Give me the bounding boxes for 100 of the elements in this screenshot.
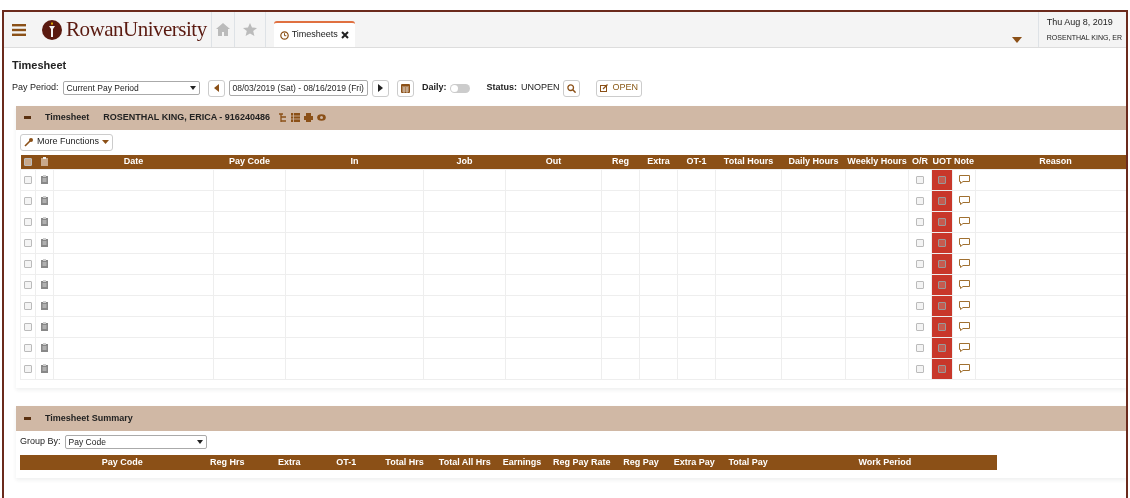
row-checkbox[interactable]: [24, 301, 32, 310]
override-checkbox[interactable]: [916, 343, 924, 352]
uot-checkbox[interactable]: [938, 343, 946, 352]
comment-icon[interactable]: [958, 301, 970, 311]
caret-icon: [196, 440, 203, 444]
select-all-checkbox[interactable]: [24, 157, 32, 166]
clipboard-icon[interactable]: [40, 301, 49, 311]
menu-icon[interactable]: [12, 23, 26, 36]
row-checkbox[interactable]: [24, 175, 32, 184]
comment-icon[interactable]: [958, 217, 970, 227]
panel-title: Timesheet Summary: [45, 411, 133, 425]
eye-icon[interactable]: [316, 114, 326, 121]
caret-icon: [189, 86, 196, 90]
comment-icon[interactable]: [958, 175, 970, 185]
row-checkbox[interactable]: [24, 364, 32, 373]
column-header: Reg Hrs: [192, 455, 263, 470]
comment-icon[interactable]: [958, 343, 970, 353]
clock-icon: [279, 30, 289, 40]
group-by-dropdown[interactable]: Pay Code: [64, 435, 207, 449]
comment-icon[interactable]: [958, 280, 970, 290]
clipboard-icon[interactable]: [40, 217, 49, 227]
comment-icon[interactable]: [958, 238, 970, 248]
daily-toggle[interactable]: [450, 83, 471, 93]
uot-checkbox[interactable]: [938, 259, 946, 268]
clipboard-icon[interactable]: [40, 322, 49, 332]
column-header: Out: [505, 154, 602, 170]
column-header: Total Hours: [715, 154, 782, 170]
column-header: Job: [423, 154, 506, 170]
column-header: Total Hrs: [376, 455, 433, 470]
calendar-button[interactable]: [396, 79, 414, 97]
column-header: Earnings: [497, 455, 547, 470]
next-button[interactable]: [371, 79, 389, 97]
clipboard-icon[interactable]: [40, 364, 49, 374]
override-checkbox[interactable]: [916, 301, 924, 310]
pay-period-dropdown[interactable]: Current Pay Period: [62, 81, 200, 95]
uot-checkbox[interactable]: [938, 217, 946, 226]
field-label: Group By:: [20, 435, 61, 449]
clipboard-icon[interactable]: [40, 259, 49, 269]
uot-checkbox[interactable]: [938, 364, 946, 373]
column-header: Total Pay: [723, 455, 773, 470]
row-checkbox[interactable]: [24, 238, 32, 247]
column-header: Daily Hours: [781, 154, 846, 170]
caret-left-icon: [213, 84, 219, 92]
date-range-field[interactable]: 08/03/2019 (Sat) - 08/16/2019 (Fri): [228, 80, 368, 96]
collapse-icon[interactable]: [24, 116, 31, 119]
home-icon[interactable]: [215, 23, 230, 36]
clipboard-icon[interactable]: [40, 343, 49, 353]
previous-button[interactable]: [207, 79, 225, 97]
clipboard-icon[interactable]: [40, 196, 49, 206]
caret-down-icon[interactable]: [1011, 37, 1022, 43]
row-checkbox[interactable]: [24, 322, 32, 331]
row-checkbox[interactable]: [24, 280, 32, 289]
column-header: Extra Pay: [665, 455, 724, 470]
row-checkbox[interactable]: [24, 217, 32, 226]
override-checkbox[interactable]: [916, 322, 924, 331]
comment-icon[interactable]: [958, 259, 970, 269]
search-button[interactable]: [563, 79, 581, 97]
override-checkbox[interactable]: [916, 175, 924, 184]
row-checkbox[interactable]: [24, 343, 32, 352]
column-header: O/R: [908, 154, 932, 170]
override-checkbox[interactable]: [916, 280, 924, 289]
column-header: Reg Pay Rate: [546, 455, 617, 470]
comment-icon[interactable]: [958, 196, 970, 206]
uot-checkbox[interactable]: [938, 280, 946, 289]
collapse-icon[interactable]: [24, 417, 31, 420]
panel-title: Timesheet: [45, 110, 90, 124]
tab[interactable]: Timesheets: [273, 21, 355, 47]
override-checkbox[interactable]: [916, 196, 924, 205]
close-icon[interactable]: [340, 31, 349, 39]
override-checkbox[interactable]: [916, 238, 924, 247]
row-checkbox[interactable]: [24, 259, 32, 268]
column-header: Reason: [975, 154, 1126, 170]
comment-icon[interactable]: [958, 322, 970, 332]
search-icon: [567, 83, 577, 93]
clipboard-icon[interactable]: [40, 280, 49, 290]
star-icon[interactable]: [242, 23, 257, 36]
column-header: Extra: [262, 455, 317, 470]
column-header: OT-1: [316, 455, 377, 470]
printer-icon[interactable]: [303, 113, 313, 122]
column-header: Pay Code: [52, 455, 193, 470]
clipboard-icon[interactable]: [40, 175, 49, 185]
uot-checkbox[interactable]: [938, 238, 946, 247]
uot-checkbox[interactable]: [938, 175, 946, 184]
row-checkbox[interactable]: [24, 196, 32, 205]
status-value: UNOPEN: [520, 81, 560, 95]
uot-checkbox[interactable]: [938, 301, 946, 310]
open-button[interactable]: OPEN: [596, 79, 642, 97]
column-header: Note: [952, 154, 976, 170]
torch-logo-icon: [42, 19, 62, 40]
uot-checkbox[interactable]: [938, 196, 946, 205]
edit-icon: [600, 84, 609, 92]
caret-icon: [102, 140, 110, 144]
comment-icon[interactable]: [958, 364, 970, 374]
uot-checkbox[interactable]: [938, 322, 946, 331]
override-checkbox[interactable]: [916, 217, 924, 226]
override-checkbox[interactable]: [916, 259, 924, 268]
override-checkbox[interactable]: [916, 364, 924, 373]
list-icon[interactable]: [290, 113, 300, 122]
clipboard-icon[interactable]: [40, 238, 49, 248]
more-functions-button[interactable]: More Functions: [20, 133, 114, 151]
